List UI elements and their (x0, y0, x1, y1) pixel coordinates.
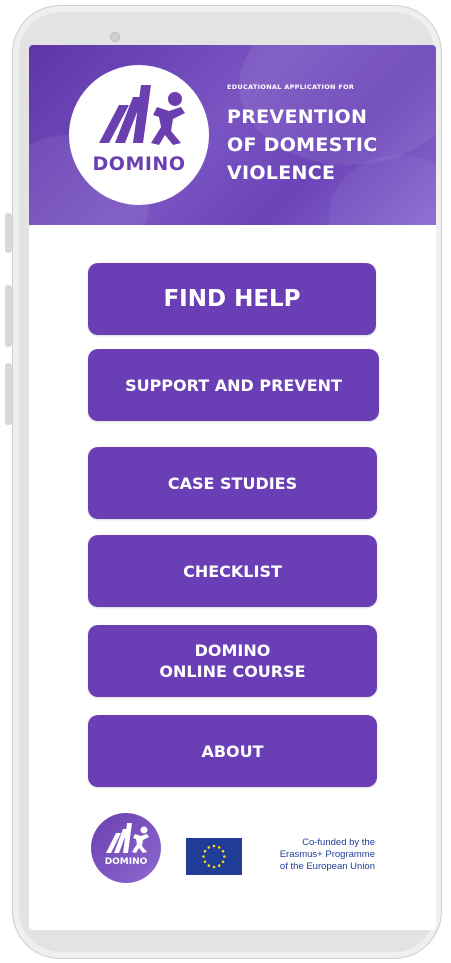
domino-figure-icon (106, 823, 149, 853)
camera-dot (110, 32, 120, 42)
power-button (5, 363, 12, 425)
eu-text-line: of the European Union (279, 861, 375, 872)
footer-domino-logo: DOMINO (91, 813, 161, 883)
app-screen: DOMINO EDUCATIONAL APPLICATION FOR PREVE… (29, 45, 436, 930)
about-label: ABOUT (201, 741, 264, 761)
checklist-button[interactable]: CHECKLIST (88, 535, 377, 607)
eu-text-line: Erasmus+ Programme (279, 849, 375, 860)
case-studies-button[interactable]: CASE STUDIES (88, 447, 377, 519)
eu-cofunded-text: Co-funded by the Erasmus+ Programme of t… (255, 837, 375, 873)
logo-text: DOMINO (92, 153, 186, 175)
domino-logo: DOMINO (69, 65, 209, 205)
volume-button (5, 285, 12, 347)
eu-flag-icon (186, 838, 242, 875)
volume-button (5, 213, 12, 253)
header-title-line: PREVENTION (227, 106, 368, 128)
online-course-label: DOMINO (194, 641, 271, 660)
header-title: PREVENTION OF DOMESTIC VIOLENCE (227, 103, 378, 187)
header-title-line: OF DOMESTIC (227, 134, 378, 156)
online-course-label: ONLINE COURSE (159, 662, 306, 681)
about-button[interactable]: ABOUT (88, 715, 377, 787)
header-caption: EDUCATIONAL APPLICATION FOR (227, 83, 355, 91)
checklist-label: CHECKLIST (183, 561, 282, 581)
online-course-button[interactable]: DOMINO ONLINE COURSE (88, 625, 377, 697)
app-header: DOMINO EDUCATIONAL APPLICATION FOR PREVE… (29, 45, 436, 225)
find-help-button[interactable]: FIND HELP (88, 263, 376, 335)
footer-logo-text: DOMINO (104, 857, 148, 867)
eu-stars-icon (202, 844, 226, 869)
find-help-label: FIND HELP (163, 286, 301, 312)
case-studies-label: CASE STUDIES (167, 473, 298, 493)
support-prevent-button[interactable]: SUPPORT AND PREVENT (88, 349, 379, 421)
eu-text-line: Co-funded by the (302, 837, 375, 848)
support-prevent-label: SUPPORT AND PREVENT (125, 375, 342, 395)
domino-figure-icon (99, 85, 185, 145)
header-title-line: VIOLENCE (227, 162, 336, 184)
